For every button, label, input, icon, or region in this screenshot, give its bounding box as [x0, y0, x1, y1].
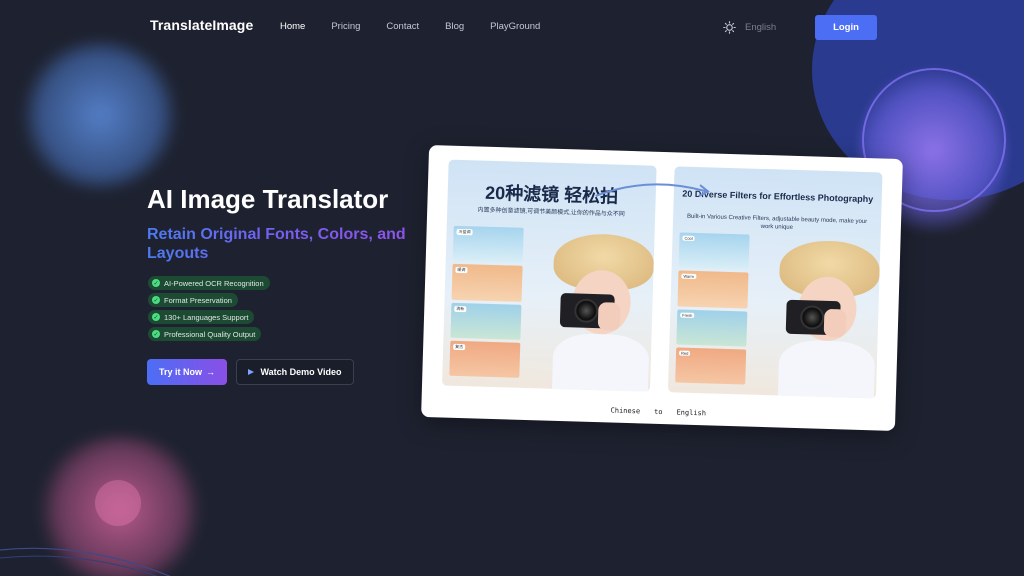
filter-tag: 清新	[454, 305, 467, 312]
feature-badge: ✓ 130+ Languages Support	[148, 310, 255, 324]
filter-tag: Cool	[682, 235, 695, 241]
top-navbar: TranslateImage Home Pricing Contact Blog…	[0, 0, 1024, 56]
nav-playground[interactable]: PlayGround	[490, 21, 540, 32]
photo-subject	[530, 232, 655, 392]
filter-strip: Cool Warm Fresh Red	[675, 232, 750, 385]
check-icon: ✓	[152, 313, 160, 321]
filter-frame: 冷蓝调	[452, 225, 524, 264]
nav-pricing[interactable]: Pricing	[331, 21, 360, 32]
feature-badge: ✓ AI-Powered OCR Recognition	[148, 276, 270, 290]
try-it-now-button[interactable]: Try it Now →	[147, 359, 227, 385]
translate-arrow-icon	[595, 183, 710, 197]
caption-to: to	[653, 407, 663, 417]
caption-source-language: Chinese	[610, 406, 641, 416]
background-curve	[0, 547, 171, 576]
filter-strip: 冷蓝调 暖调 清新 复古	[449, 225, 524, 378]
filter-tag: Fresh	[680, 312, 695, 318]
subject-hand	[597, 302, 621, 331]
camera-lens	[573, 298, 599, 324]
camera-lens	[799, 305, 825, 330]
subject-hand	[823, 308, 847, 338]
feature-label: Professional Quality Output	[164, 329, 256, 339]
filter-frame: Fresh	[676, 308, 748, 347]
arrow-right-icon: →	[206, 367, 215, 377]
caption-target-language: English	[676, 408, 707, 418]
nav-home[interactable]: Home	[280, 21, 305, 32]
filter-tag: 冷蓝调	[456, 228, 473, 236]
background-blob-pink-core	[95, 480, 141, 526]
photo-subject	[756, 239, 881, 399]
hero-subtitle: Retain Original Fonts, Colors, and Layou…	[147, 225, 417, 263]
feature-label: Format Preservation	[164, 295, 232, 305]
filter-frame: Red	[675, 347, 747, 385]
play-icon	[248, 369, 255, 375]
filter-tag: Warm	[681, 273, 696, 280]
language-selector[interactable]: English	[745, 22, 776, 33]
main-nav: Home Pricing Contact Blog PlayGround	[280, 21, 566, 32]
nav-blog[interactable]: Blog	[445, 21, 464, 32]
subject-dress	[551, 332, 650, 392]
filter-frame: 清新	[450, 302, 522, 340]
feature-badge: ✓ Professional Quality Output	[148, 327, 262, 341]
filter-frame: 暖调	[451, 264, 523, 302]
feature-list: ✓ AI-Powered OCR Recognition ✓ Format Pres…	[148, 276, 270, 341]
filter-frame: 复古	[449, 340, 521, 378]
watch-demo-label: Watch Demo Video	[260, 367, 342, 377]
feature-badge: ✓ Format Preservation	[148, 293, 238, 307]
brand-logo[interactable]: TranslateImage	[150, 17, 253, 33]
feature-label: AI-Powered OCR Recognition	[164, 278, 264, 288]
hero-title: AI Image Translator	[147, 184, 389, 214]
login-button[interactable]: Login	[815, 15, 877, 40]
filter-tag: 暖调	[455, 267, 468, 274]
try-it-now-label: Try it Now	[158, 367, 202, 377]
feature-label: 130+ Languages Support	[164, 312, 249, 322]
check-icon: ✓	[152, 296, 160, 304]
check-icon: ✓	[152, 279, 160, 287]
nav-contact[interactable]: Contact	[386, 21, 419, 32]
demo-translated-subtitle: Built-in Various Creative Filters, adjus…	[686, 213, 868, 231]
check-icon: ✓	[152, 330, 160, 338]
background-blob-blue	[20, 40, 180, 190]
subject-dress	[777, 339, 876, 399]
filter-tag: 复古	[453, 343, 466, 350]
filter-tag: Red	[679, 350, 691, 356]
filter-frame: Cool	[678, 232, 750, 270]
filter-frame: Warm	[677, 270, 749, 309]
watch-demo-button[interactable]: Watch Demo Video	[236, 359, 354, 385]
demo-card: 20种滤镜 轻松拍 内置多种创意滤镜,可调节美颜模式,让你的作品与众不同 冷蓝调…	[421, 145, 903, 431]
sun-icon[interactable]	[723, 21, 736, 34]
